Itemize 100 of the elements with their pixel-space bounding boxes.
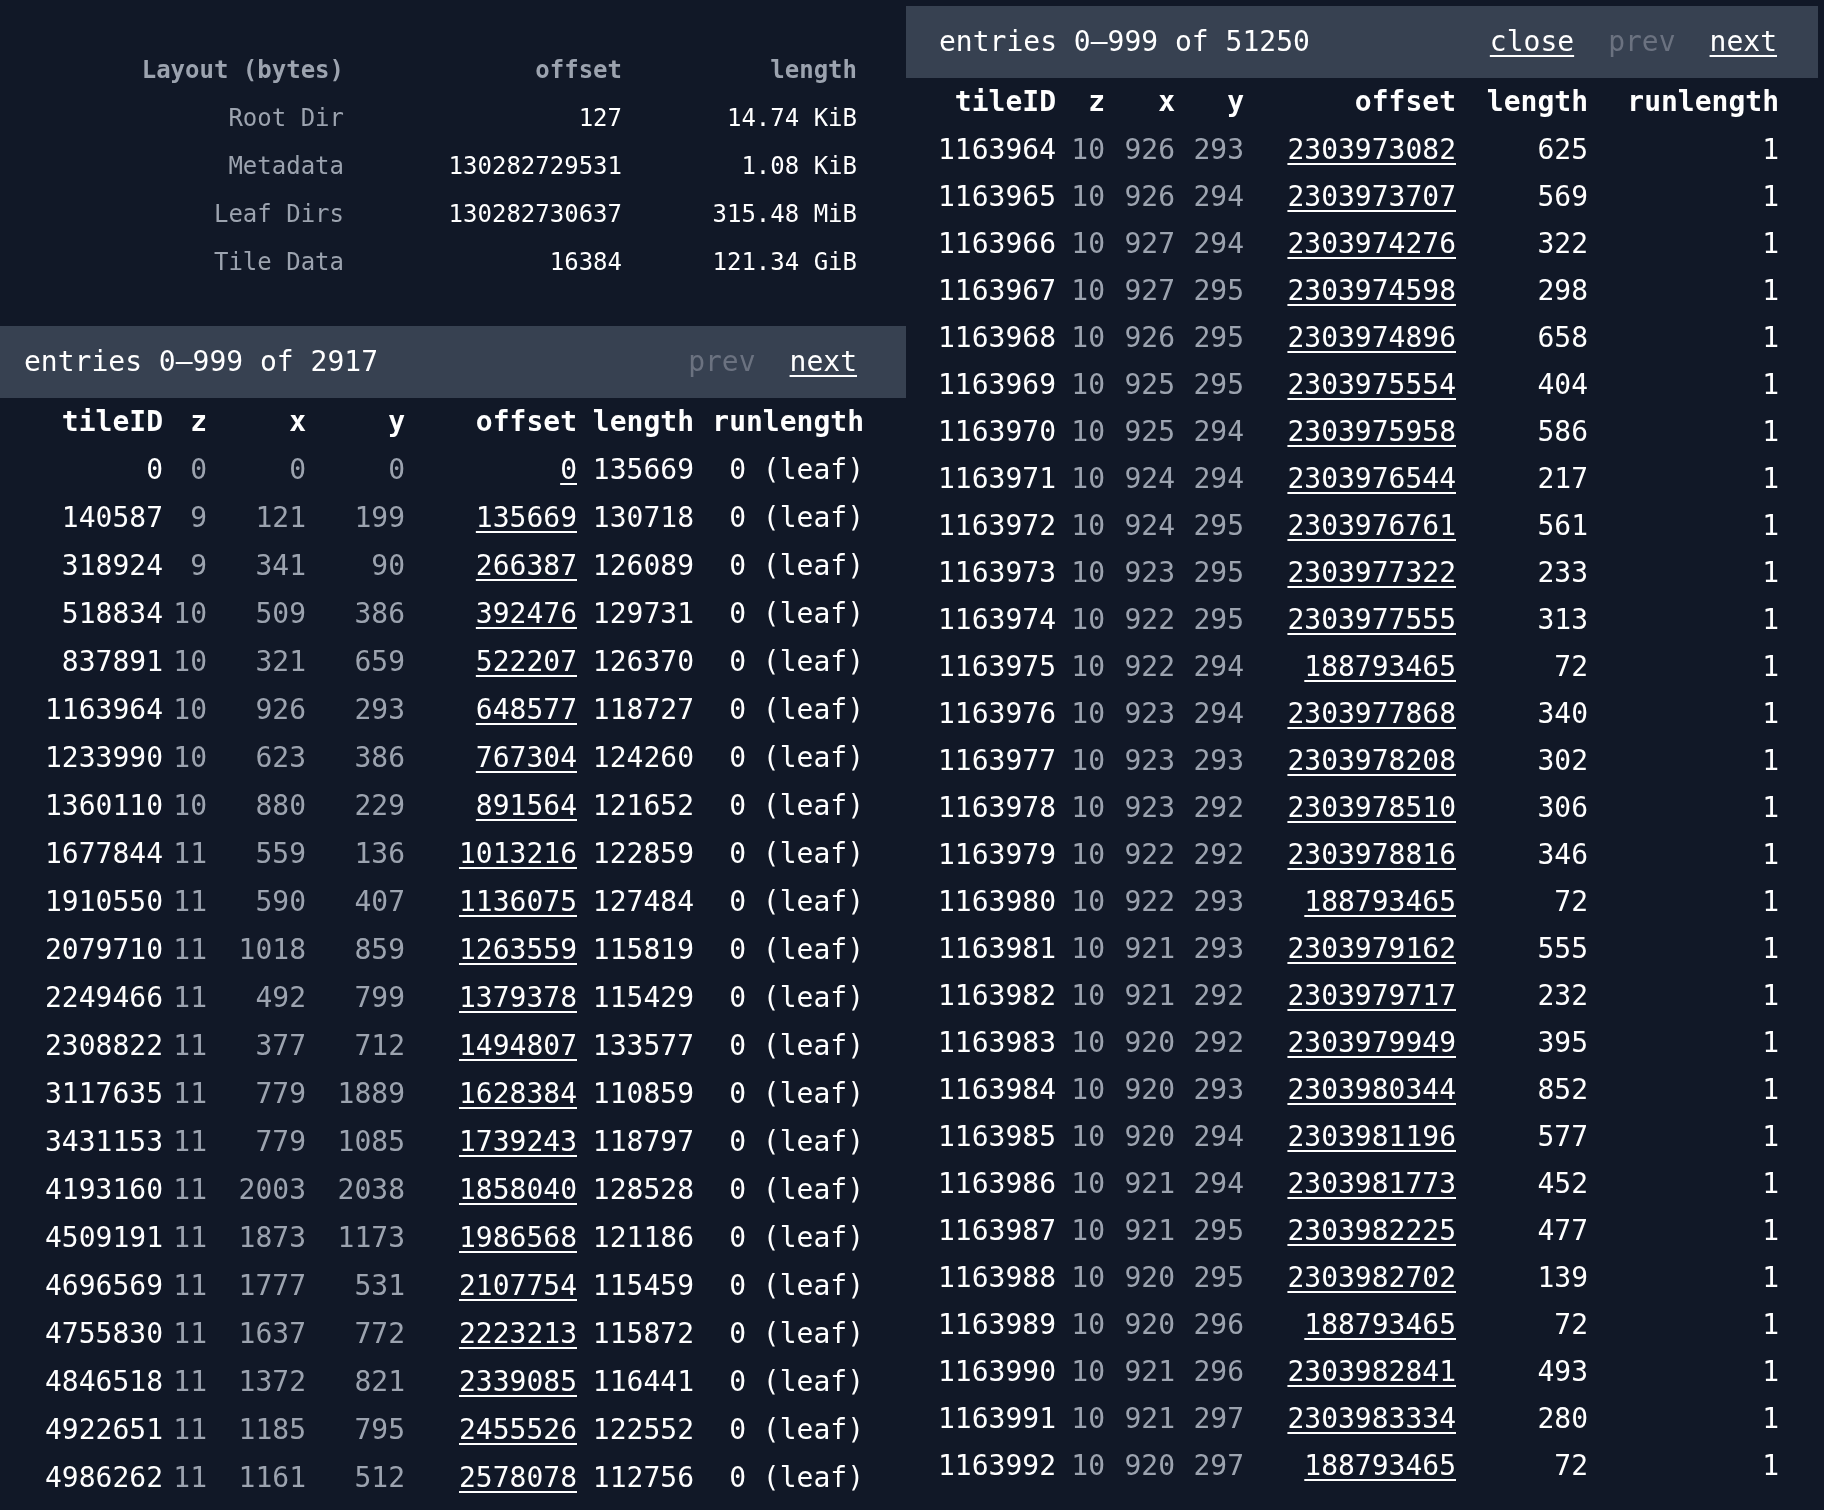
- table-cell-text: 377: [254, 1028, 306, 1064]
- offset-link[interactable]: 2339085: [459, 1365, 577, 1398]
- table-cell-text: 10: [1070, 930, 1105, 967]
- offset-link[interactable]: 2303980344: [1287, 1072, 1456, 1106]
- offset-link[interactable]: 1013216: [459, 837, 577, 870]
- offset-link[interactable]: 2303978208: [1287, 743, 1456, 777]
- offset-link[interactable]: 2107754: [459, 1269, 577, 1302]
- table-cell-text: 292: [1192, 1024, 1244, 1061]
- table-cell-text: 130718: [591, 500, 694, 536]
- offset-link[interactable]: 1858040: [459, 1173, 577, 1206]
- offset-link[interactable]: 767304: [475, 741, 577, 774]
- offset-link[interactable]: 2455526: [459, 1413, 577, 1446]
- table-cell-text: 121186: [591, 1220, 694, 1256]
- offset-link[interactable]: 2303977555: [1287, 602, 1456, 636]
- table-cell-text: 296: [1192, 1306, 1244, 1343]
- offset-link[interactable]: 2303974896: [1287, 320, 1456, 354]
- table-cell-text: 115872: [591, 1316, 694, 1352]
- offset-link[interactable]: 2303977322: [1287, 555, 1456, 589]
- offset-link[interactable]: 392476: [475, 597, 577, 630]
- table-cell-text: 1163980: [937, 883, 1056, 920]
- offset-link[interactable]: 1494807: [459, 1029, 577, 1062]
- offset-link[interactable]: 188793465: [1304, 649, 1456, 683]
- offset-link[interactable]: 2303978816: [1287, 837, 1456, 871]
- offset-link[interactable]: 1739243: [459, 1125, 577, 1158]
- table-cell-text: 11: [172, 836, 207, 872]
- table-cell-text: 1163965: [937, 178, 1056, 215]
- table-cell-text: 921: [1123, 930, 1175, 967]
- offset-link[interactable]: 2223213: [459, 1317, 577, 1350]
- table-cell-text: 0 (leaf): [728, 1268, 864, 1304]
- offset-link[interactable]: 188793465: [1304, 1448, 1456, 1482]
- column-header: runlength: [711, 404, 864, 440]
- offset-link[interactable]: 0: [560, 453, 577, 486]
- table-cell-text: 233: [1536, 554, 1588, 591]
- offset-link[interactable]: 2303974598: [1287, 273, 1456, 307]
- offset-link[interactable]: 2303976761: [1287, 508, 1456, 542]
- pagination-link[interactable]: close: [1489, 21, 1575, 63]
- offset-link[interactable]: 2303982841: [1287, 1354, 1456, 1388]
- table-cell-text: 10: [1070, 1447, 1105, 1484]
- table-cell-text: 2308822: [44, 1028, 163, 1064]
- offset-link[interactable]: 891564: [475, 789, 577, 822]
- offset-link[interactable]: 522207: [475, 645, 577, 678]
- table-cell-text: 11: [172, 1316, 207, 1352]
- table-cell-text: 658: [1536, 319, 1588, 356]
- table-cell-text: 1163971: [937, 460, 1056, 497]
- offset-link[interactable]: 188793465: [1304, 884, 1456, 918]
- table-cell-text: 0 (leaf): [728, 1124, 864, 1160]
- offset-link[interactable]: 1986568: [459, 1221, 577, 1254]
- table-cell-text: 0: [387, 452, 405, 488]
- table-cell-text: 293: [1192, 930, 1244, 967]
- offset-link[interactable]: 2303981196: [1287, 1119, 1456, 1153]
- offset-link[interactable]: 2303977868: [1287, 696, 1456, 730]
- table-cell-text: 302: [1536, 742, 1588, 779]
- offset-link[interactable]: 1628384: [459, 1077, 577, 1110]
- offset-link[interactable]: 2303978510: [1287, 790, 1456, 824]
- offset-link[interactable]: 2303974276: [1287, 226, 1456, 260]
- table-cell-text: 10: [172, 740, 207, 776]
- table-cell-text: 10: [1070, 1118, 1105, 1155]
- offset-link[interactable]: 2578078: [459, 1461, 577, 1494]
- table-cell-text: 922: [1123, 601, 1175, 638]
- offset-link[interactable]: 2303979717: [1287, 978, 1456, 1012]
- table-cell-text: 712: [353, 1028, 405, 1064]
- offset-link[interactable]: 2303975554: [1287, 367, 1456, 401]
- offset-link[interactable]: 188793465: [1304, 1307, 1456, 1341]
- offset-link[interactable]: 2303981773: [1287, 1166, 1456, 1200]
- pagination-link[interactable]: next: [1709, 21, 1777, 63]
- offset-link[interactable]: 1263559: [459, 933, 577, 966]
- entries-count: entries 0–999 of 51250: [939, 24, 1311, 60]
- table-cell-text: 924: [1123, 460, 1175, 497]
- table-cell-text: 1: [1761, 977, 1779, 1014]
- table-cell-text: 0 (leaf): [728, 500, 864, 536]
- offset-link[interactable]: 2303982702: [1287, 1260, 1456, 1294]
- table-cell-text: 407: [353, 884, 405, 920]
- table-cell-text: 590: [254, 884, 306, 920]
- table-cell-text: 1: [1761, 460, 1779, 497]
- offset-link[interactable]: 2303973082: [1287, 132, 1456, 166]
- offset-link[interactable]: 2303979162: [1287, 931, 1456, 965]
- offset-link[interactable]: 648577: [475, 693, 577, 726]
- offset-link[interactable]: 135669: [475, 501, 577, 534]
- table-cell-text: 11: [172, 1460, 207, 1496]
- offset-link[interactable]: 2303976544: [1287, 461, 1456, 495]
- table-cell-text: 1889: [336, 1076, 405, 1112]
- table-cell-text: 772: [353, 1316, 405, 1352]
- pagination-link[interactable]: next: [789, 341, 857, 383]
- table-cell-text: 1910550: [44, 884, 163, 920]
- offset-link[interactable]: 1136075: [459, 885, 577, 918]
- table-cell-text: 1185: [237, 1412, 306, 1448]
- offset-link[interactable]: 2303983334: [1287, 1401, 1456, 1435]
- offset-link[interactable]: 2303979949: [1287, 1025, 1456, 1059]
- table-cell-text: 140587: [60, 500, 163, 536]
- table-cell-text: 795: [353, 1412, 405, 1448]
- offset-link[interactable]: 2303975958: [1287, 414, 1456, 448]
- table-cell-text: 1163976: [937, 695, 1056, 732]
- table-cell-text: 341: [254, 548, 306, 584]
- offset-link[interactable]: 2303982225: [1287, 1213, 1456, 1247]
- table-cell-text: 927: [1123, 225, 1175, 262]
- offset-link[interactable]: 266387: [475, 549, 577, 582]
- table-cell-text: 306: [1536, 789, 1588, 826]
- offset-link[interactable]: 1379378: [459, 981, 577, 1014]
- column-header: y: [1226, 84, 1244, 120]
- offset-link[interactable]: 2303973707: [1287, 179, 1456, 213]
